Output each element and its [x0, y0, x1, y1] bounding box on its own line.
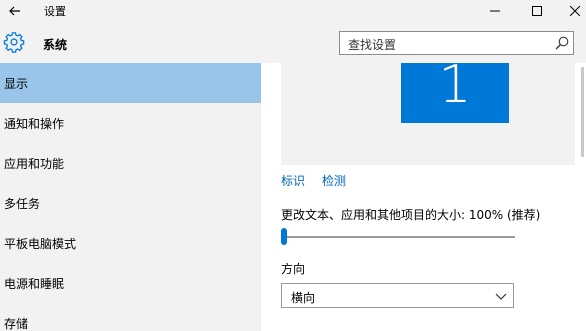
orientation-label: 方向	[281, 262, 306, 276]
minimize-icon	[490, 10, 500, 12]
scrollbar[interactable]	[579, 63, 586, 331]
scrollbar-thumb[interactable]	[581, 67, 584, 157]
sidebar-item-label: 平板电脑模式	[4, 237, 77, 251]
sidebar-item-label: 电源和睡眠	[4, 277, 65, 291]
minimize-button[interactable]	[472, 0, 518, 22]
close-button[interactable]	[552, 0, 586, 22]
sidebar-item-apps[interactable]: 应用和功能	[0, 143, 261, 183]
identify-link[interactable]: 标识	[281, 172, 305, 189]
sidebar-item-power-sleep[interactable]: 电源和睡眠	[0, 263, 261, 303]
display-settings-panel: 1 标识 检测 更改文本、应用和其他项目的大小: 100% (推荐) 方向 横向	[261, 55, 586, 331]
scale-slider-track[interactable]	[281, 236, 515, 238]
search-icon[interactable]	[555, 36, 569, 50]
sidebar-item-storage[interactable]: 存储	[0, 303, 261, 331]
gear-icon	[3, 32, 25, 53]
chevron-down-icon	[495, 293, 507, 300]
sidebar-item-label: 显示	[4, 77, 29, 91]
search-input[interactable]: 查找设置	[339, 31, 574, 55]
page-title: 系统	[43, 38, 68, 52]
monitor-tile[interactable]: 1	[401, 55, 509, 123]
sidebar-item-tablet-mode[interactable]: 平板电脑模式	[0, 223, 261, 263]
sidebar-item-label: 通知和操作	[4, 117, 65, 131]
window-title: 设置	[44, 5, 66, 18]
sidebar: 显示 通知和操作 应用和功能 多任务 平板电脑模式 电源和睡眠 存储	[0, 63, 261, 331]
sidebar-item-label: 存储	[4, 317, 29, 331]
detect-link[interactable]: 检测	[322, 172, 346, 189]
sidebar-item-label: 多任务	[4, 197, 41, 211]
orientation-select[interactable]: 横向	[281, 283, 514, 308]
sidebar-item-label: 应用和功能	[4, 157, 65, 171]
search-placeholder: 查找设置	[348, 38, 397, 52]
sidebar-item-notifications[interactable]: 通知和操作	[0, 103, 261, 143]
monitor-number: 1	[438, 55, 472, 115]
orientation-value: 横向	[291, 291, 316, 305]
back-button[interactable]	[0, 0, 30, 22]
close-icon	[570, 6, 580, 16]
sidebar-item-display[interactable]: 显示	[0, 63, 261, 103]
monitor-preview: 1	[281, 55, 575, 165]
title-bar: 设置	[0, 0, 586, 22]
scale-slider-thumb[interactable]	[281, 228, 287, 245]
scale-label: 更改文本、应用和其他项目的大小: 100% (推荐)	[281, 208, 541, 222]
sidebar-item-multitasking[interactable]: 多任务	[0, 183, 261, 223]
arrow-left-icon	[9, 6, 20, 16]
maximize-icon	[532, 6, 542, 16]
